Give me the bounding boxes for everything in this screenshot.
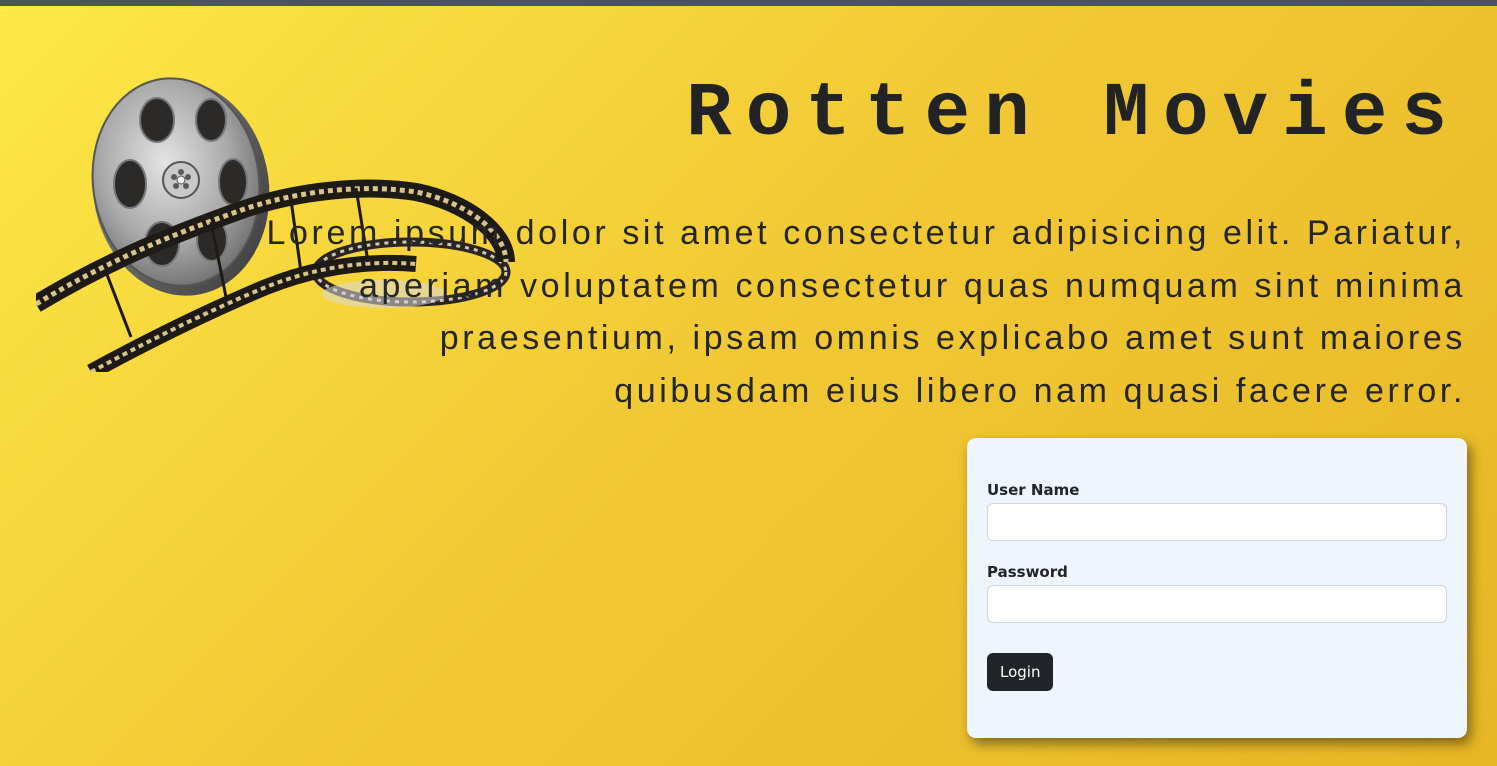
intro-paragraph: Lorem ipsum dolor sit amet consectetur a… — [266, 214, 1466, 410]
login-form: User Name Password Login — [967, 438, 1467, 738]
login-button[interactable]: Login — [987, 653, 1054, 691]
top-bar — [0, 0, 1497, 6]
username-label: User Name — [987, 481, 1080, 499]
site-title: Rotten Movies — [686, 71, 1461, 157]
password-input[interactable] — [987, 585, 1447, 623]
username-input[interactable] — [987, 503, 1447, 541]
username-group: User Name — [987, 480, 1447, 541]
password-group: Password — [987, 562, 1447, 623]
password-label: Password — [987, 563, 1068, 581]
